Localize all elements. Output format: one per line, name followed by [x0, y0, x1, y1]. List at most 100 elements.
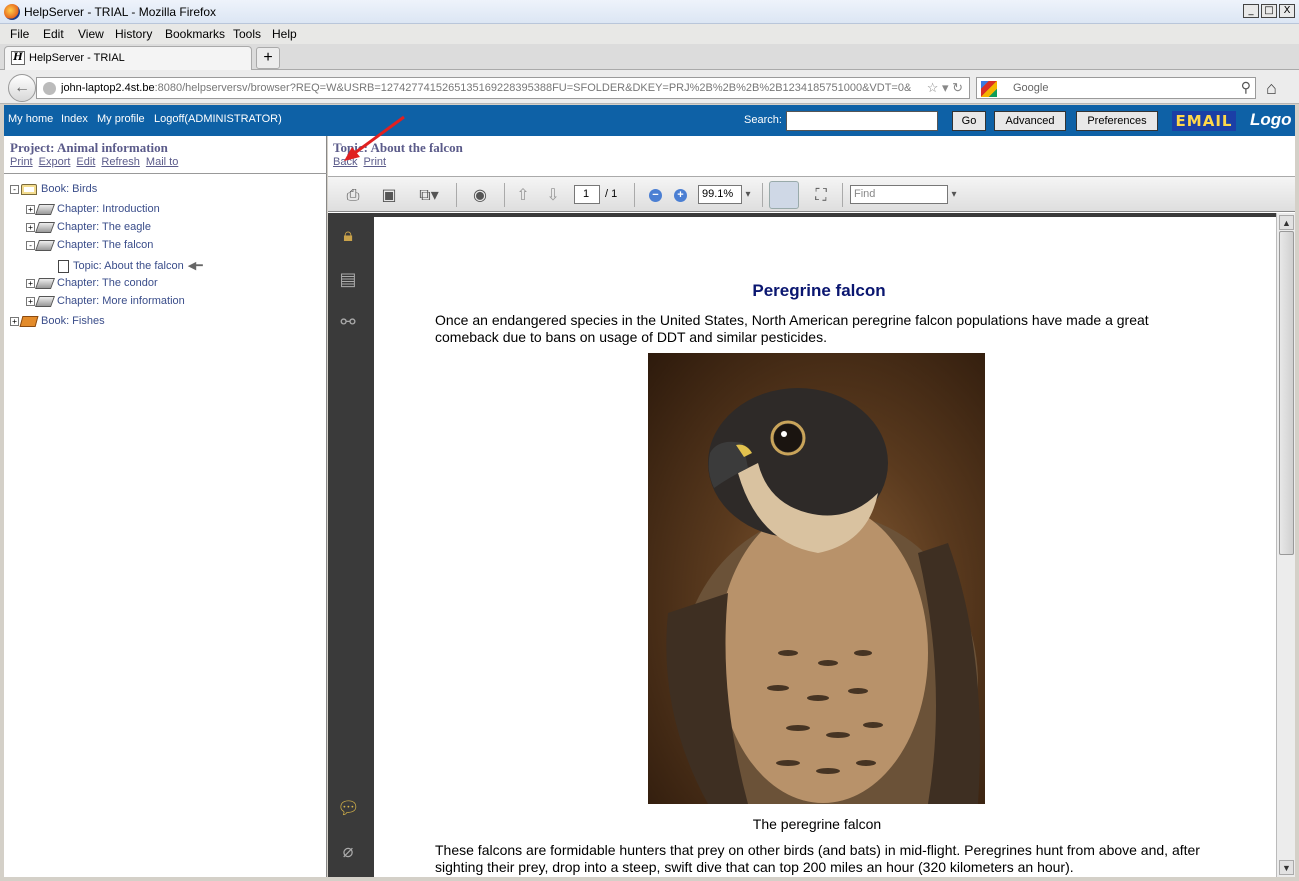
go-button[interactable]: Go	[952, 111, 986, 131]
share-icon[interactable]: ⧉▾	[412, 183, 446, 207]
zoom-dropdown-icon[interactable]: ▾	[742, 183, 754, 207]
expand-icon[interactable]: +	[26, 278, 35, 288]
google-icon	[981, 81, 997, 97]
logo: Logo	[1250, 110, 1292, 129]
refresh-link[interactable]: Refresh	[101, 156, 140, 168]
menu-file[interactable]: File	[10, 27, 29, 41]
advanced-button[interactable]: Advanced	[994, 111, 1066, 131]
mail-to-link[interactable]: Mail to	[146, 156, 178, 168]
pdf-document: Peregrine falcon Once an endangered spec…	[370, 213, 1276, 877]
zoom-in-icon[interactable]: +	[674, 189, 687, 202]
scrollbar-thumb[interactable]	[1279, 231, 1294, 555]
nav-logoff[interactable]: Logoff(ADMINISTRATOR)	[154, 113, 282, 125]
find-dropdown-icon[interactable]: ▾	[948, 183, 960, 207]
tree-item-chapter-eagle[interactable]: + Chapter: The eagle	[26, 221, 151, 233]
document-paragraph-2: These falcons are formidable hunters tha…	[435, 842, 1200, 875]
topic-page-icon	[58, 259, 69, 273]
window-title: HelpServer - TRIAL - Mozilla Firefox	[24, 5, 217, 19]
comment-globe-icon[interactable]: ◉	[466, 183, 494, 207]
expand-icon[interactable]: +	[26, 204, 35, 214]
chapter-icon	[34, 239, 56, 251]
edit-link[interactable]: Edit	[76, 156, 95, 168]
comments-icon[interactable]: 💬︎	[337, 798, 360, 820]
binoculars-icon[interactable]: ⚯	[337, 312, 359, 334]
project-panel: Project: Animal information Print Export E…	[4, 136, 327, 877]
fit-page-icon[interactable]: ⛶	[808, 183, 834, 207]
search-label: Search:	[744, 114, 782, 126]
tab-strip: H HelpServer - TRIAL +	[0, 44, 1299, 70]
address-bar[interactable]: john-laptop2.4st.be:8080/helpserversv/br…	[36, 77, 970, 99]
expand-icon[interactable]: +	[10, 316, 19, 326]
document-paragraph-1: Once an endangered species in the United…	[435, 312, 1149, 345]
menu-tools[interactable]: Tools	[233, 27, 261, 41]
page-total: / 1	[605, 188, 618, 200]
close-button[interactable]: X	[1279, 4, 1295, 18]
scroll-down-icon[interactable]: ▼	[1279, 860, 1294, 875]
tree-item-topic-falcon[interactable]: Topic: About the falcon ◀━	[58, 259, 203, 273]
chapter-icon	[34, 295, 56, 307]
menu-bookmarks[interactable]: Bookmarks	[165, 27, 225, 41]
collapse-icon[interactable]: -	[10, 184, 19, 194]
tree-item-chapter-more-info[interactable]: + Chapter: More information	[26, 295, 185, 307]
menu-edit[interactable]: Edit	[43, 27, 64, 41]
chapter-icon	[34, 203, 56, 215]
print-link[interactable]: Print	[10, 156, 33, 168]
previous-page-icon[interactable]: ⇧	[512, 183, 534, 207]
back-arrow-icon[interactable]: ←	[8, 74, 36, 102]
attachment-paperclip-icon[interactable]: ⌀	[337, 841, 359, 863]
nav-my-home[interactable]: My home	[8, 113, 53, 125]
pdf-sidebar: 🔒︎ ▤ ⚯ 💬︎ ⌀	[328, 213, 370, 877]
pdf-vertical-scrollbar[interactable]: ▲ ▼	[1276, 213, 1295, 877]
home-icon[interactable]: ⌂	[1266, 78, 1277, 99]
photo-caption: The peregrine falcon	[752, 816, 882, 832]
menu-view[interactable]: View	[78, 27, 104, 41]
window-titlebar: HelpServer - TRIAL - Mozilla Firefox _ □…	[0, 0, 1299, 24]
tree-item-chapter-falcon[interactable]: - Chapter: The falcon	[26, 239, 153, 251]
print-icon[interactable]: ⎙	[340, 183, 366, 207]
tree-item-book-fishes[interactable]: + Book: Fishes	[10, 315, 105, 327]
collapse-icon[interactable]: -	[26, 240, 35, 250]
minimize-button[interactable]: _	[1243, 4, 1259, 18]
expand-icon[interactable]: +	[26, 222, 35, 232]
preferences-button[interactable]: Preferences	[1076, 111, 1158, 131]
app-search-input[interactable]	[786, 111, 938, 131]
zoom-out-icon[interactable]: −	[649, 189, 662, 202]
divider	[4, 173, 327, 174]
closed-book-icon	[19, 315, 39, 327]
email-logo[interactable]: EMAIL	[1172, 111, 1236, 131]
tab-helpserver[interactable]: H HelpServer - TRIAL	[4, 46, 252, 70]
pages-icon[interactable]: ▤	[337, 269, 359, 291]
save-icon[interactable]: ▣	[376, 183, 402, 207]
search-bar[interactable]: Google ⚲	[976, 77, 1256, 99]
pdf-toolbar: ⎙ ▣ ⧉▾ ◉ ⇧ ⇩ 1 / 1 − + 99.1% ▾ ⛶ Find ▾	[328, 176, 1295, 212]
next-page-icon[interactable]: ⇩	[542, 183, 564, 207]
globe-icon	[43, 82, 56, 95]
new-tab-button[interactable]: +	[256, 47, 280, 69]
menu-bar: File Edit View History Bookmarks Tools H…	[0, 24, 1299, 44]
project-title: Project: Animal information	[10, 140, 168, 155]
page-number-input[interactable]: 1	[574, 185, 600, 204]
menu-history[interactable]: History	[115, 27, 152, 41]
nav-index[interactable]: Index	[61, 113, 88, 125]
expand-icon[interactable]: +	[26, 296, 35, 306]
bookmark-star-icon[interactable]: ☆ ▾ ↻	[927, 80, 963, 96]
url-text: john-laptop2.4st.be:8080/helpserversv/br…	[61, 82, 911, 94]
tree-item-book-birds[interactable]: - Book: Birds	[10, 183, 97, 195]
magnifier-icon[interactable]: ⚲	[1241, 79, 1251, 96]
project-links: Print Export Edit Refresh Mail to	[10, 156, 184, 168]
find-input[interactable]: Find	[850, 185, 948, 204]
tree-item-chapter-introduction[interactable]: + Chapter: Introduction	[26, 203, 160, 215]
scroll-up-icon[interactable]: ▲	[1279, 215, 1294, 230]
search-engine-placeholder: Google	[1013, 82, 1049, 94]
export-link[interactable]: Export	[39, 156, 71, 168]
menu-help[interactable]: Help	[272, 27, 297, 41]
zoom-level-input[interactable]: 99.1%	[698, 185, 742, 204]
fit-width-icon[interactable]	[769, 181, 799, 209]
app-header: My home Index My profile Logoff(ADMINIST…	[4, 105, 1295, 136]
tree-item-chapter-condor[interactable]: + Chapter: The condor	[26, 277, 158, 289]
maximize-button[interactable]: □	[1261, 4, 1277, 18]
tab-label: HelpServer - TRIAL	[29, 52, 125, 64]
lock-icon[interactable]: 🔒︎	[337, 225, 359, 247]
nav-my-profile[interactable]: My profile	[97, 113, 145, 125]
document-heading: Peregrine falcon	[752, 281, 886, 300]
